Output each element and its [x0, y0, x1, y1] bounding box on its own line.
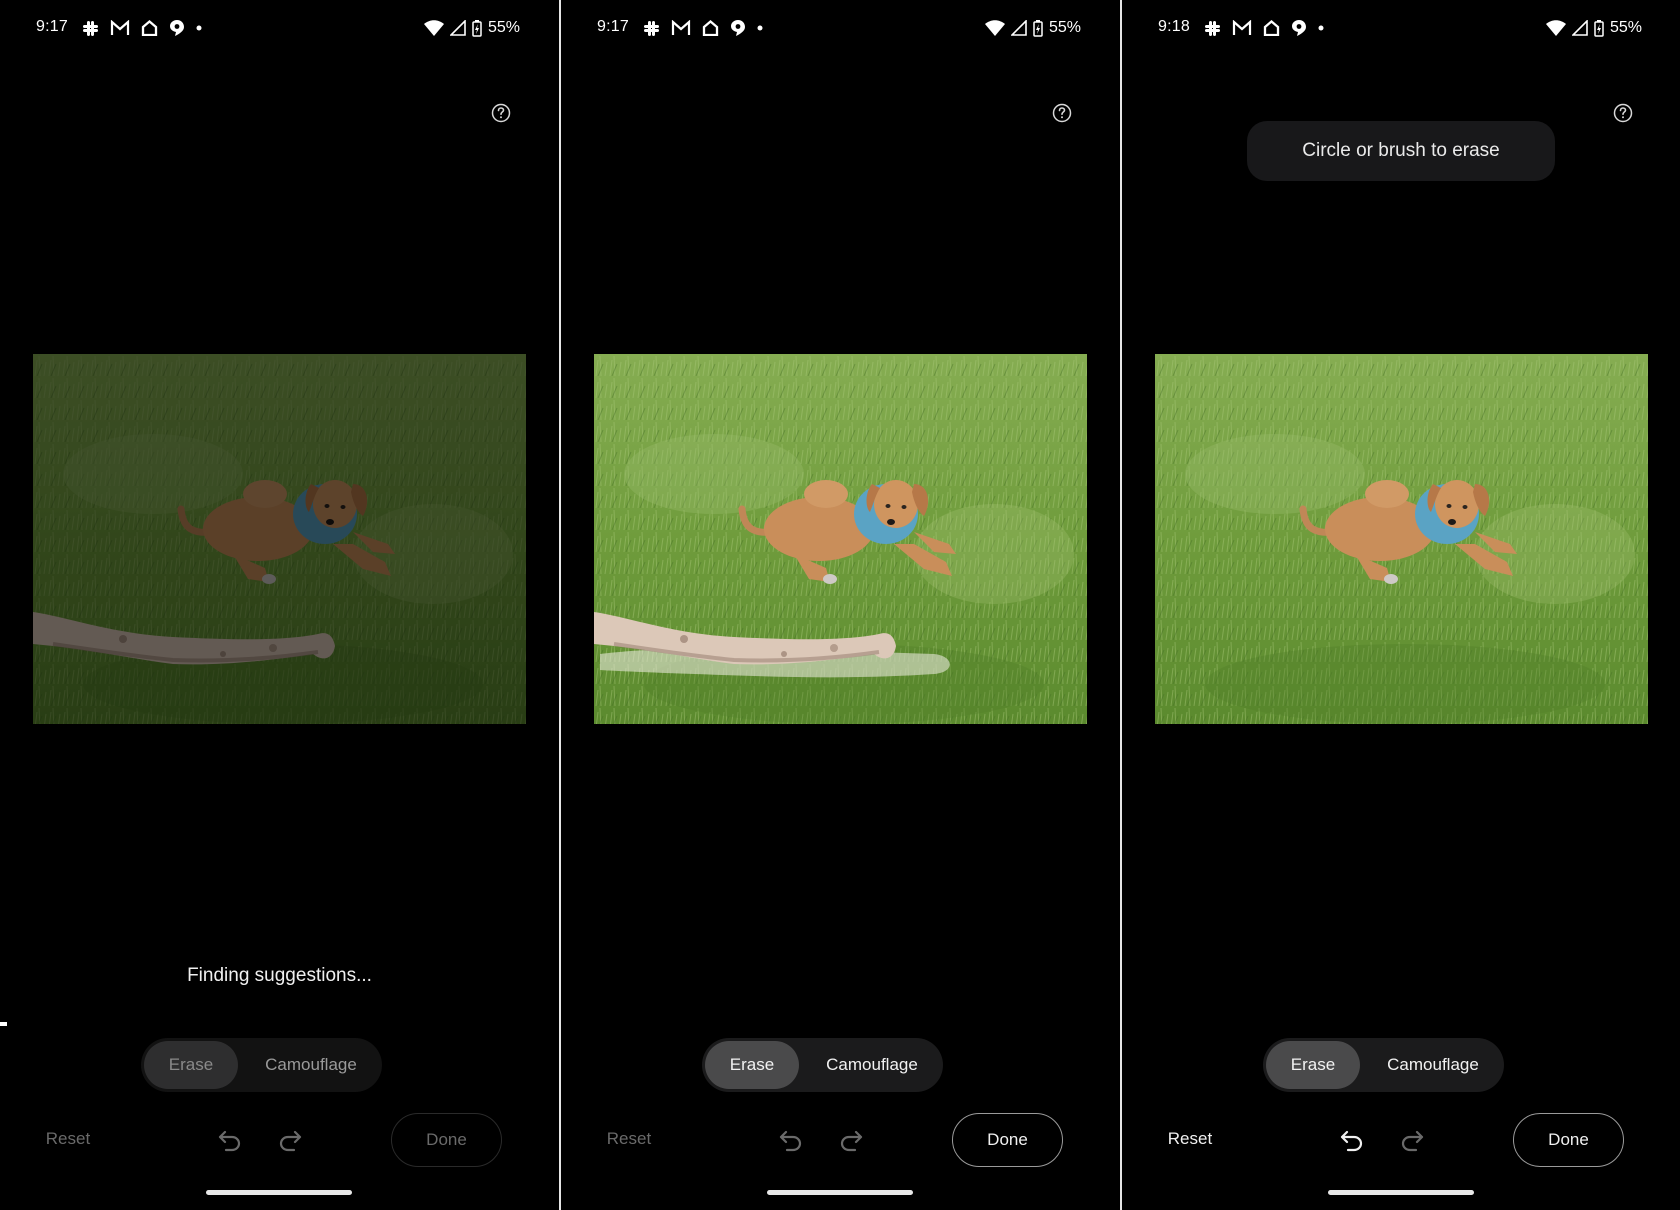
- home-icon: [141, 20, 158, 36]
- maps-icon: [170, 20, 184, 36]
- signal-icon: [1010, 20, 1027, 36]
- undo-icon[interactable]: [217, 1128, 243, 1154]
- battery-percent: 55%: [1609, 19, 1642, 36]
- slack-icon: [644, 20, 659, 36]
- photo-canvas[interactable]: [1155, 354, 1648, 724]
- photo-canvas[interactable]: [33, 354, 526, 724]
- erase-mode-button[interactable]: Erase: [1266, 1041, 1360, 1089]
- puppy-photo: [1155, 354, 1648, 724]
- maps-icon: [731, 20, 745, 36]
- reset-button[interactable]: Reset: [1162, 1129, 1218, 1149]
- erase-mode-button[interactable]: Erase: [144, 1041, 238, 1089]
- redo-icon[interactable]: [277, 1128, 303, 1154]
- battery-percent: 55%: [1048, 19, 1081, 36]
- undo-icon[interactable]: [1339, 1128, 1365, 1154]
- wifi-icon: [423, 20, 444, 36]
- more-dot-icon: [1318, 25, 1324, 31]
- help-icon[interactable]: [1613, 103, 1633, 123]
- help-icon[interactable]: [1052, 103, 1072, 123]
- battery-charging-icon: [472, 19, 482, 37]
- notification-icons: [643, 18, 763, 38]
- status-bar: 9:17 55%: [0, 14, 559, 42]
- notification-icons: [82, 18, 202, 38]
- maps-icon: [1292, 20, 1306, 36]
- mode-toggle: Erase Camouflage: [702, 1038, 943, 1092]
- status-time: 9:17: [597, 18, 629, 35]
- edge-handle: [0, 1022, 7, 1026]
- camouflage-mode-button[interactable]: Camouflage: [1363, 1041, 1503, 1089]
- slack-icon: [83, 20, 98, 36]
- system-icons: 55%: [1545, 18, 1642, 38]
- gmail-icon: [1232, 20, 1252, 35]
- panel-suggestion-highlighted: 9:17 55% Erase Camouflage Reset Done: [561, 0, 1120, 1210]
- mode-toggle: Erase Camouflage: [141, 1038, 382, 1092]
- camouflage-mode-button[interactable]: Camouflage: [802, 1041, 942, 1089]
- home-icon: [702, 20, 719, 36]
- system-icons: 55%: [984, 18, 1081, 38]
- battery-charging-icon: [1594, 19, 1604, 37]
- erase-mode-button[interactable]: Erase: [705, 1041, 799, 1089]
- mode-toggle: Erase Camouflage: [1263, 1038, 1504, 1092]
- gmail-icon: [671, 20, 691, 35]
- panel-finding-suggestions: 9:17 55% Finding suggestions... Erase Ca…: [0, 0, 559, 1210]
- status-bar: 9:18 55%: [1122, 14, 1680, 42]
- panel-erased: 9:18 55% Circle or brush to erase Erase …: [1122, 0, 1680, 1210]
- status-bar: 9:17 55%: [561, 14, 1120, 42]
- erase-hint-tooltip: Circle or brush to erase: [1247, 121, 1555, 181]
- system-icons: 55%: [423, 18, 520, 38]
- redo-icon[interactable]: [1399, 1128, 1425, 1154]
- battery-charging-icon: [1033, 19, 1043, 37]
- puppy-photo: [33, 354, 526, 724]
- done-button[interactable]: Done: [952, 1113, 1063, 1167]
- slack-icon: [1205, 20, 1220, 36]
- more-dot-icon: [757, 25, 763, 31]
- reset-button[interactable]: Reset: [40, 1129, 96, 1149]
- wifi-icon: [984, 20, 1005, 36]
- status-time: 9:17: [36, 18, 68, 35]
- undo-icon[interactable]: [778, 1128, 804, 1154]
- reset-button[interactable]: Reset: [601, 1129, 657, 1149]
- home-icon: [1263, 20, 1280, 36]
- done-button[interactable]: Done: [391, 1113, 502, 1167]
- home-gesture-bar[interactable]: [1328, 1190, 1474, 1195]
- redo-icon[interactable]: [838, 1128, 864, 1154]
- status-time: 9:18: [1158, 18, 1190, 35]
- signal-icon: [1571, 20, 1588, 36]
- notification-icons: [1204, 18, 1324, 38]
- done-button[interactable]: Done: [1513, 1113, 1624, 1167]
- camouflage-mode-button[interactable]: Camouflage: [241, 1041, 381, 1089]
- finding-suggestions-label: Finding suggestions...: [187, 965, 372, 986]
- signal-icon: [449, 20, 466, 36]
- gmail-icon: [110, 20, 130, 35]
- wifi-icon: [1545, 20, 1566, 36]
- help-icon[interactable]: [491, 103, 511, 123]
- more-dot-icon: [196, 25, 202, 31]
- photo-canvas[interactable]: [594, 354, 1087, 724]
- home-gesture-bar[interactable]: [206, 1190, 352, 1195]
- battery-percent: 55%: [487, 19, 520, 36]
- home-gesture-bar[interactable]: [767, 1190, 913, 1195]
